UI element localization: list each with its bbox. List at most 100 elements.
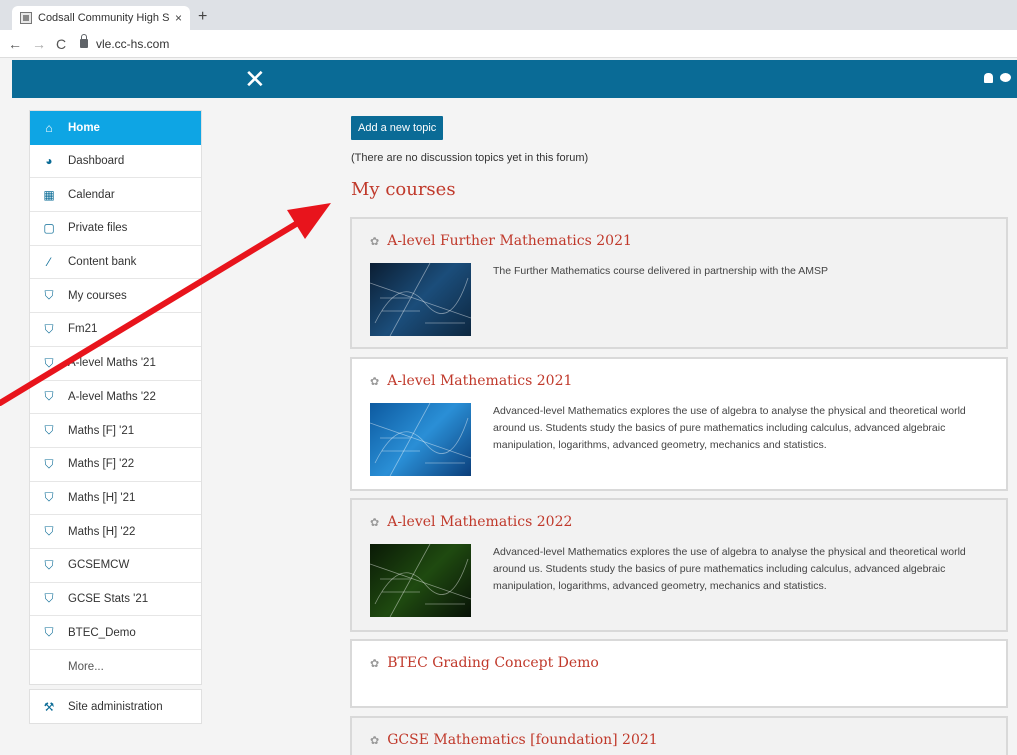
sidebar-item-label: Maths [F] '21 <box>68 424 135 437</box>
course-icon: ✿ <box>370 733 380 747</box>
course-image[interactable] <box>370 544 471 617</box>
close-tab-icon[interactable]: × <box>175 11 182 25</box>
main-content: Add a new topic (There are no discussion… <box>351 116 1009 200</box>
course-icon: ✿ <box>370 656 380 670</box>
lock-icon <box>80 34 88 48</box>
sidebar-item-private-files[interactable]: ▢ Private files <box>30 212 201 246</box>
course-title-link[interactable]: ✿ A-level Mathematics 2022 <box>370 514 990 530</box>
sidebar-item-label: Maths [H] '21 <box>68 491 136 504</box>
sidebar-item-maths-h-21[interactable]: ⛉ Maths [H] '21 <box>30 482 201 516</box>
graduation-cap-icon: ⛉ <box>44 456 54 471</box>
sidebar-item-label: GCSEMCW <box>68 559 130 572</box>
course-title: BTEC Grading Concept Demo <box>387 655 599 671</box>
course-image[interactable] <box>370 403 471 476</box>
sidebar-item-a-level-maths-22[interactable]: ⛉ A-level Maths '22 <box>30 381 201 415</box>
graduation-cap-icon: ⛉ <box>44 355 54 370</box>
sidebar-item-label: Maths [F] '22 <box>68 458 135 471</box>
graduation-cap-icon: ⛉ <box>44 591 54 606</box>
graduation-cap-icon: ⛉ <box>44 389 54 404</box>
course-card: ✿ BTEC Grading Concept Demo <box>350 639 1008 708</box>
sidebar-item-dashboard[interactable]: ◕ Dashboard <box>30 145 201 179</box>
sidebar-item-label: BTEC_Demo <box>68 626 136 639</box>
course-image[interactable] <box>370 263 471 336</box>
tab-title: Codsall Community High School <box>38 12 169 24</box>
course-icon: ✿ <box>370 234 380 248</box>
sidebar-item-a-level-maths-21[interactable]: ⛉ A-level Maths '21 <box>30 347 201 381</box>
graduation-cap-icon: ⛉ <box>44 423 54 438</box>
sidebar-item-gcsemcw[interactable]: ⛉ GCSEMCW <box>30 549 201 583</box>
file-icon: ▢ <box>43 221 55 236</box>
sidebar-item-my-courses[interactable]: ⛉ My courses <box>30 279 201 314</box>
sidebar-item-calendar[interactable]: ▦ Calendar <box>30 178 201 213</box>
course-title: GCSE Mathematics [foundation] 2021 <box>387 732 658 748</box>
close-drawer-icon[interactable]: ✕ <box>244 66 266 92</box>
course-summary: Advanced-level Mathematics explores the … <box>370 544 990 617</box>
forward-arrow-icon[interactable]: → <box>32 36 46 52</box>
course-card: ✿ GCSE Mathematics [foundation] 2021 <box>350 716 1008 755</box>
sidebar-item-home[interactable]: ⌂ Home <box>30 111 201 145</box>
wrench-icon: ⚒ <box>43 699 55 714</box>
sidebar-item-label: My courses <box>68 289 127 302</box>
sidebar-item-maths-h-22[interactable]: ⛉ Maths [H] '22 <box>30 515 201 549</box>
sidebar-item-label: Calendar <box>68 188 115 201</box>
nav-list: ⌂ Home ◕ Dashboard ▦ Calendar ▢ Private files ⁄ C… <box>29 110 202 685</box>
nav-drawer: ⌂ Home ◕ Dashboard ▦ Calendar ▢ Private files ⁄ C… <box>29 110 202 725</box>
graduation-cap-icon: ⛉ <box>44 321 54 336</box>
url-field[interactable]: vle.cc-hs.com <box>80 34 170 51</box>
sidebar-item-label: Dashboard <box>68 155 125 168</box>
sidebar-item-maths-f-22[interactable]: ⛉ Maths [F] '22 <box>30 448 201 482</box>
sidebar-item-gcse-stats-21[interactable]: ⛉ GCSE Stats '21 <box>30 583 201 617</box>
back-arrow-icon[interactable]: ← <box>8 36 22 52</box>
address-bar: ← → C vle.cc-hs.com <box>0 30 1017 58</box>
messages-icon[interactable] <box>1000 73 1011 82</box>
course-title-link[interactable]: ✿ A-level Further Mathematics 2021 <box>370 233 990 249</box>
sidebar-item-label: Site administration <box>68 700 163 713</box>
reload-icon[interactable]: C <box>56 36 66 52</box>
course-card: ✿ A-level Mathematics 2021 Advanced-level … <box>350 357 1008 491</box>
sidebar-item-label: Private files <box>68 222 128 235</box>
notification-bell-icon[interactable] <box>984 73 993 83</box>
course-title-link[interactable]: ✿ GCSE Mathematics [foundation] 2021 <box>370 732 990 748</box>
sidebar-item-label: A-level Maths '22 <box>68 390 156 403</box>
dashboard-icon: ◕ <box>45 154 53 169</box>
sidebar-more-link[interactable]: More... <box>30 650 201 684</box>
course-card: ✿ A-level Mathematics 2022 Advanced-level … <box>350 498 1008 632</box>
course-icon: ✿ <box>370 374 380 388</box>
course-title: A-level Mathematics 2022 <box>387 514 573 530</box>
no-topics-message: (There are no discussion topics yet in t… <box>351 152 589 164</box>
browser-tab-strip: Codsall Community High School × + <box>0 0 1017 30</box>
sidebar-item-btec-demo[interactable]: ⛉ BTEC_Demo <box>30 616 201 650</box>
school-favicon-icon <box>20 12 32 24</box>
graduation-cap-icon: ⛉ <box>44 524 54 539</box>
course-title: A-level Further Mathematics 2021 <box>387 233 632 249</box>
top-navbar: ✕ <box>12 60 1017 98</box>
url-text: vle.cc-hs.com <box>96 36 170 51</box>
sidebar-item-label: A-level Maths '21 <box>68 357 156 370</box>
sidebar-item-label: Home <box>68 121 100 134</box>
browser-tab[interactable]: Codsall Community High School × <box>12 6 190 30</box>
new-tab-button[interactable]: + <box>198 9 207 25</box>
course-icon: ✿ <box>370 515 380 529</box>
home-icon: ⌂ <box>45 120 53 135</box>
brush-icon: ⁄ <box>47 255 50 270</box>
my-courses-heading: My courses <box>351 179 456 200</box>
course-description: Advanced-level Mathematics explores the … <box>493 405 966 451</box>
sidebar-item-content-bank[interactable]: ⁄ Content bank <box>30 246 201 280</box>
sidebar-item-label: GCSE Stats '21 <box>68 592 149 605</box>
course-title-link[interactable]: ✿ A-level Mathematics 2021 <box>370 373 990 389</box>
graduation-cap-icon: ⛉ <box>44 625 54 640</box>
course-summary: The Further Mathematics course delivered… <box>370 263 990 336</box>
course-summary: Advanced-level Mathematics explores the … <box>370 403 990 476</box>
course-card: ✿ A-level Further Mathematics 2021 The Fur… <box>350 217 1008 349</box>
course-title: A-level Mathematics 2021 <box>387 373 573 389</box>
graduation-cap-icon: ⛉ <box>44 490 54 505</box>
add-new-topic-button[interactable]: Add a new topic <box>351 116 444 140</box>
sidebar-item-maths-f-21[interactable]: ⛉ Maths [F] '21 <box>30 414 201 448</box>
calendar-icon: ▦ <box>43 187 55 202</box>
sidebar-item-site-administration[interactable]: ⚒ Site administration <box>30 690 201 724</box>
sidebar-item-label: Content bank <box>68 256 137 269</box>
admin-list: ⚒ Site administration <box>29 688 202 725</box>
sidebar-item-label: Maths [H] '22 <box>68 525 136 538</box>
sidebar-item-fm21[interactable]: ⛉ Fm21 <box>30 313 201 347</box>
course-title-link[interactable]: ✿ BTEC Grading Concept Demo <box>370 655 990 671</box>
